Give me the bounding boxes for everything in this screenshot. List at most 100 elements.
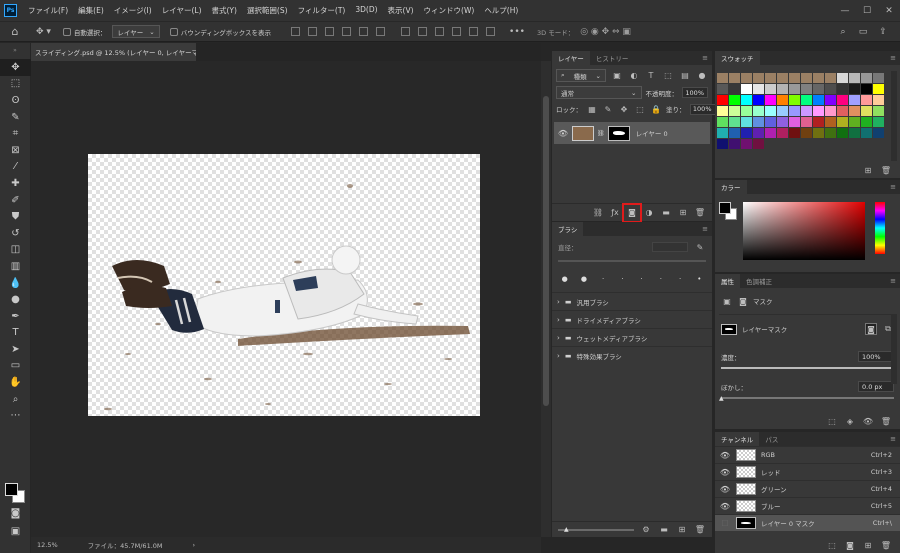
- foreground-color-swatch[interactable]: [5, 483, 18, 496]
- color-swatch[interactable]: [729, 106, 740, 116]
- color-swatch[interactable]: [813, 84, 824, 94]
- color-swatch[interactable]: [801, 117, 812, 127]
- brush-preset-7[interactable]: ·: [672, 272, 689, 286]
- color-swatch[interactable]: [801, 128, 812, 138]
- channel-visibility-eye-icon[interactable]: 👁: [719, 485, 731, 494]
- menu-item[interactable]: 3D(D): [350, 5, 382, 16]
- color-swatch[interactable]: [741, 117, 752, 127]
- color-swatch[interactable]: [789, 95, 800, 105]
- color-swatch[interactable]: [789, 84, 800, 94]
- toggle-mask-icon[interactable]: 👁: [862, 415, 874, 427]
- menu-item[interactable]: 選択範囲(S): [242, 5, 293, 16]
- brush-preset-3[interactable]: ·: [595, 272, 612, 286]
- brush-size-input[interactable]: [652, 242, 688, 252]
- color-swatch[interactable]: [717, 117, 728, 127]
- lock-all-icon[interactable]: 🔒: [650, 103, 662, 115]
- new-brush-folder-icon[interactable]: ▬: [658, 524, 670, 536]
- color-swatch[interactable]: [837, 106, 848, 116]
- color-swatch[interactable]: [861, 73, 872, 83]
- color-swatch[interactable]: [825, 106, 836, 116]
- color-swatch[interactable]: [729, 73, 740, 83]
- color-swatch[interactable]: [717, 73, 728, 83]
- color-swatch[interactable]: [861, 117, 872, 127]
- layer-style-fx-icon[interactable]: ƒx: [609, 207, 621, 219]
- color-swatch[interactable]: [753, 73, 764, 83]
- new-brush-icon[interactable]: ✎: [694, 241, 706, 253]
- color-swatch[interactable]: [813, 128, 824, 138]
- channel-row[interactable]: 👁 グリーン Ctrl+4: [715, 480, 900, 497]
- tab-swatches[interactable]: スウォッチ: [715, 51, 760, 65]
- brush-folder-item[interactable]: › ▬ ウェットメディアブラシ: [552, 328, 712, 346]
- color-swatch[interactable]: [753, 95, 764, 105]
- quick-select-tool-icon[interactable]: ✎: [0, 109, 31, 126]
- color-swatch[interactable]: [765, 73, 776, 83]
- density-input[interactable]: 100%: [858, 351, 894, 362]
- blend-mode-dropdown[interactable]: 通常 ⌄: [556, 86, 642, 99]
- color-swatch[interactable]: [789, 117, 800, 127]
- delete-mask-icon[interactable]: 🗑: [880, 415, 892, 427]
- vertical-scroll-thumb[interactable]: [543, 96, 549, 406]
- foreground-background-colors[interactable]: [5, 483, 27, 505]
- layer-filter-dropdown[interactable]: ⌕ 種類 ⌄: [556, 69, 606, 82]
- color-swatch[interactable]: [729, 139, 740, 149]
- screen-mode-icon[interactable]: ▣: [0, 523, 31, 540]
- save-selection-channel-icon[interactable]: ◙: [844, 539, 856, 551]
- path-selection-tool-icon[interactable]: ➤: [0, 341, 31, 358]
- slider-thumb[interactable]: ▲: [719, 395, 724, 402]
- color-swatch[interactable]: [717, 106, 728, 116]
- lock-position-icon[interactable]: ✥: [618, 103, 630, 115]
- home-icon[interactable]: ⌂: [8, 25, 22, 39]
- filter-smart-object-icon[interactable]: ▤: [679, 70, 691, 82]
- workspace-icon[interactable]: ▭: [856, 25, 870, 39]
- color-swatch[interactable]: [717, 128, 728, 138]
- dodge-tool-icon[interactable]: ●: [0, 291, 31, 308]
- color-swatch[interactable]: [825, 95, 836, 105]
- load-selection-icon[interactable]: ⬚: [826, 415, 838, 427]
- color-swatch[interactable]: [837, 84, 848, 94]
- distribute-vcenter-icon[interactable]: [418, 27, 428, 36]
- minimize-button[interactable]: —: [834, 0, 856, 21]
- tab-brushes[interactable]: ブラシ: [552, 222, 584, 236]
- layer-thumbnail[interactable]: [572, 125, 594, 141]
- panel-menu-icon[interactable]: ≡: [890, 54, 896, 62]
- channel-visibility-eye-icon[interactable]: ☐: [719, 519, 731, 528]
- menu-item[interactable]: 編集(E): [73, 5, 109, 16]
- channel-row-selected[interactable]: ☐ レイヤー 0 マスク Ctrl+\: [715, 514, 900, 531]
- new-group-icon[interactable]: ▬: [660, 207, 672, 219]
- swatches-scrollbar[interactable]: [891, 71, 897, 161]
- brush-settings-icon[interactable]: ⚙: [640, 524, 652, 536]
- brush-tool-icon[interactable]: ✐: [0, 192, 31, 209]
- color-swatch[interactable]: [801, 95, 812, 105]
- align-vcenter-icon[interactable]: [308, 27, 318, 36]
- color-swatch[interactable]: [777, 106, 788, 116]
- brush-preset-soft-round[interactable]: ●: [556, 272, 573, 286]
- new-channel-icon[interactable]: ⊞: [862, 539, 874, 551]
- color-swatch[interactable]: [849, 95, 860, 105]
- menu-item[interactable]: ウィンドウ(W): [419, 5, 480, 16]
- brush-preset-4[interactable]: ·: [614, 272, 631, 286]
- brush-preset-8[interactable]: •: [691, 272, 708, 286]
- properties-scrollbar[interactable]: [891, 314, 897, 384]
- distribute-bottom-icon[interactable]: [435, 27, 445, 36]
- color-swatch[interactable]: [789, 73, 800, 83]
- fill-input[interactable]: 100%: [689, 103, 716, 115]
- color-swatch[interactable]: [729, 95, 740, 105]
- color-swatch[interactable]: [825, 128, 836, 138]
- delete-swatch-icon[interactable]: 🗑: [880, 164, 892, 176]
- color-swatch[interactable]: [873, 106, 884, 116]
- color-swatch[interactable]: [765, 84, 776, 94]
- color-swatch[interactable]: [789, 128, 800, 138]
- gradient-tool-icon[interactable]: ▥: [0, 258, 31, 275]
- channel-visibility-eye-icon[interactable]: 👁: [719, 451, 731, 460]
- color-swatch[interactable]: [777, 84, 788, 94]
- color-swatch[interactable]: [765, 117, 776, 127]
- filter-pixel-icon[interactable]: ▣: [611, 70, 623, 82]
- color-swatch[interactable]: [873, 73, 884, 83]
- auto-select-target-dropdown[interactable]: レイヤー ⌄: [112, 25, 160, 38]
- channel-row[interactable]: 👁 RGB Ctrl+2: [715, 446, 900, 463]
- load-channel-selection-icon[interactable]: ⬚: [826, 539, 838, 551]
- tab-channels[interactable]: チャンネル: [715, 432, 760, 446]
- density-slider[interactable]: ▲: [721, 365, 896, 372]
- crop-tool-icon[interactable]: ⌗: [0, 125, 31, 142]
- color-swatch[interactable]: [765, 95, 776, 105]
